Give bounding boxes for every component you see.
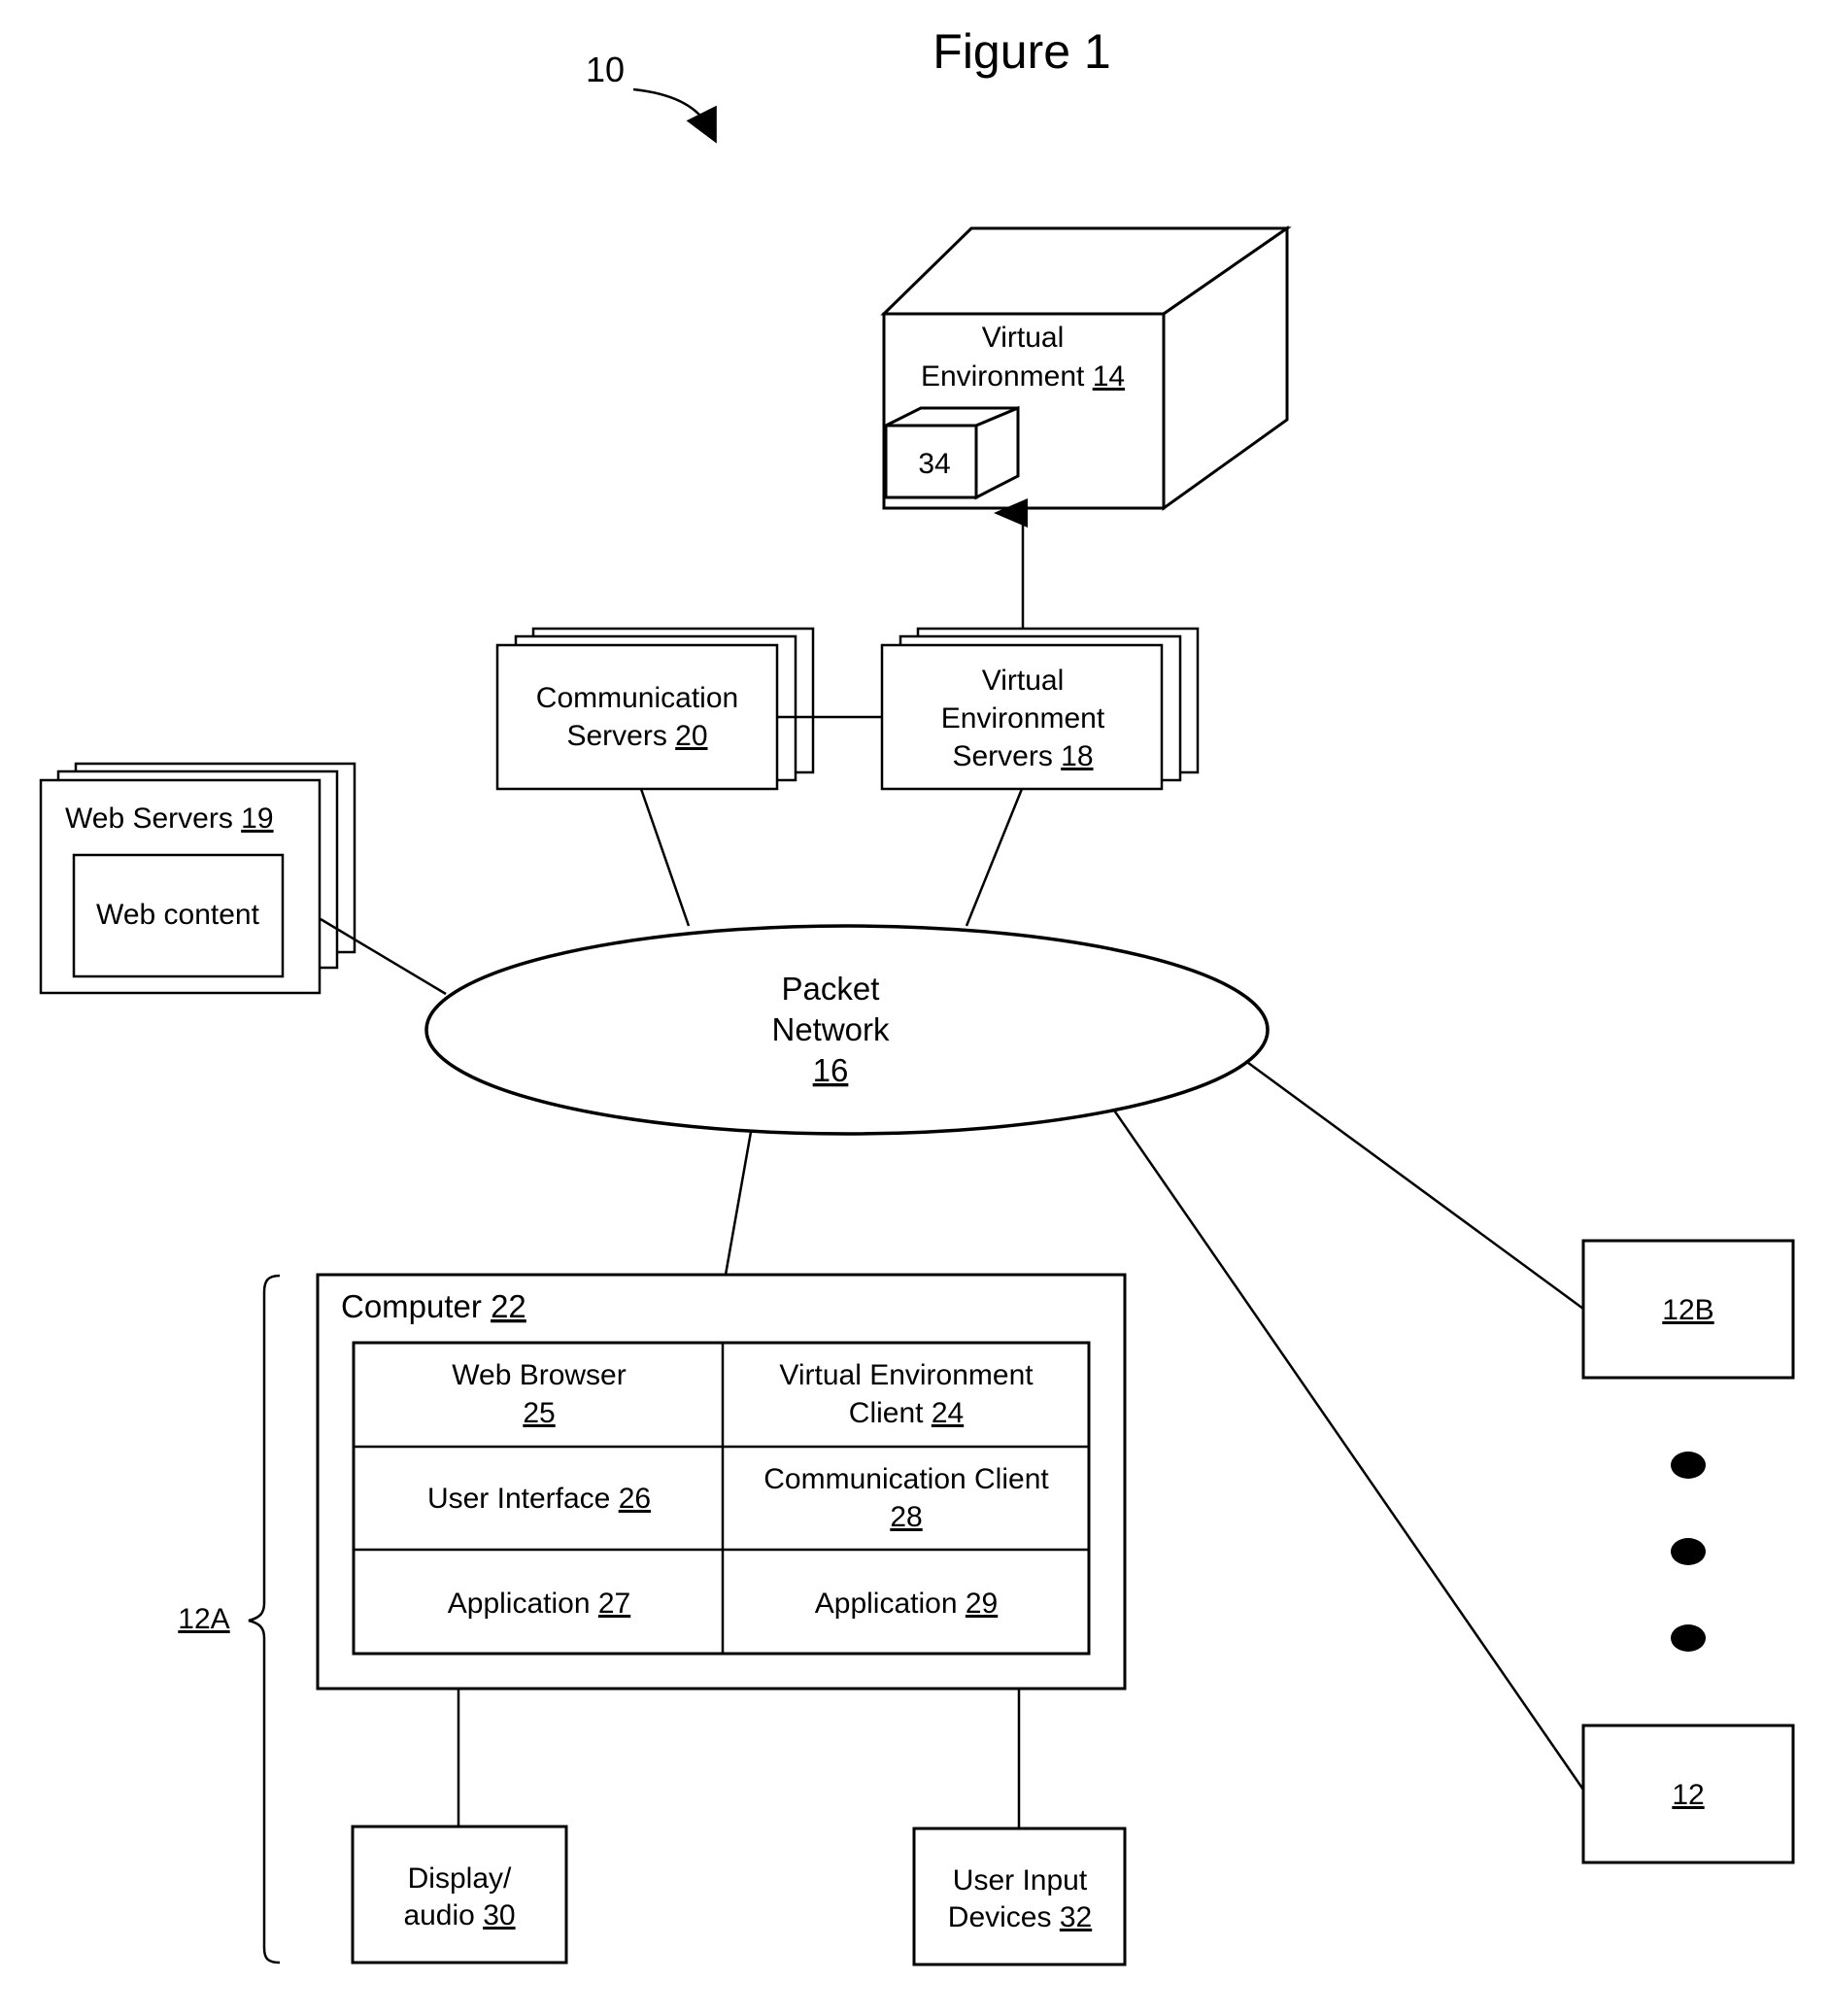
module-ref: 28	[890, 1501, 922, 1533]
svg-text:Application 27: Application 27	[448, 1588, 630, 1620]
svg-text:Client 24: Client 24	[849, 1397, 964, 1429]
object-34-label: 34	[918, 448, 950, 480]
packet-network-ref: 16	[813, 1052, 849, 1088]
comm-servers-line1: Communication	[536, 682, 738, 714]
web-servers-ref: 19	[241, 803, 273, 835]
client-12-network-link	[1108, 1104, 1585, 1791]
ve-ref: 14	[1093, 360, 1125, 393]
virtual-environment-cube: Virtual Environment 14 34	[880, 225, 1292, 511]
network-diagram: Figure 1 10 Virtual Environment 14 34 Co…	[39, 24, 1795, 1966]
svg-text:Communication Client: Communication Client	[763, 1463, 1049, 1495]
svg-text:Web Browser: Web Browser	[452, 1359, 627, 1391]
display-audio-ref: 30	[483, 1899, 515, 1931]
web-content-label: Web content	[96, 899, 260, 931]
svg-text:Devices 32: Devices 32	[948, 1901, 1092, 1933]
client-12b-box: 12B	[1581, 1239, 1795, 1380]
module-ref: 26	[619, 1483, 651, 1515]
comm-servers-ref: 20	[675, 720, 707, 752]
module-ref: 25	[523, 1397, 555, 1429]
display-audio-box: Display/ audio 30	[351, 1825, 568, 1965]
ve-servers: Virtual Environment Servers 18	[880, 627, 1200, 791]
client-12b-label: 12B	[1662, 1294, 1713, 1326]
module-user-interface: User Interface 26	[427, 1483, 651, 1515]
module-ref: 27	[598, 1588, 630, 1620]
computer-network-link	[724, 1131, 753, 1276]
packet-network: Packet Network 16	[424, 924, 1270, 1136]
web-servers-title: Web Servers 19	[65, 803, 274, 835]
packet-network-line2: Network	[771, 1011, 890, 1047]
communication-servers: Communication Servers 20	[495, 627, 815, 791]
web-servers: Web Servers 19 Web content	[39, 762, 356, 995]
ve-label-line2: Environment 14	[921, 360, 1125, 393]
ve-label-line1: Virtual	[982, 322, 1065, 354]
user-input-devices-box: User Input Devices 32	[912, 1827, 1127, 1966]
object-34-cube: 34	[884, 405, 1020, 500]
computer-ref: 22	[491, 1288, 526, 1324]
ve-servers-line3: Servers 18	[952, 740, 1093, 772]
ve-servers-line1: Virtual	[982, 665, 1065, 697]
computer-label: Computer 22	[341, 1288, 526, 1324]
client-12-box: 12	[1581, 1724, 1795, 1864]
user-input-ref: 32	[1060, 1901, 1092, 1933]
module-application-29: Application 29	[815, 1588, 998, 1620]
ellipsis-dot	[1671, 1624, 1706, 1652]
computer-box: Computer 22 Web Browser 25 Virtual Envir…	[316, 1273, 1127, 1691]
svg-text:Display/: Display/	[408, 1862, 512, 1895]
module-ref: 24	[932, 1397, 964, 1429]
svg-text:Virtual Environment: Virtual Environment	[779, 1359, 1034, 1391]
system-ref-label: 10	[586, 50, 625, 89]
client-12-label: 12	[1672, 1779, 1704, 1811]
ellipsis-dot	[1671, 1538, 1706, 1565]
ellipsis-dot	[1671, 1452, 1706, 1479]
web-servers-network-link	[320, 917, 447, 996]
ve-servers-line2: Environment	[941, 702, 1105, 735]
client-group-label: 12A	[178, 1603, 229, 1635]
figure-title: Figure 1	[932, 24, 1110, 79]
ve-servers-ref: 18	[1061, 740, 1093, 772]
svg-text:audio 30: audio 30	[403, 1899, 515, 1931]
ve-servers-network-link	[965, 788, 1024, 927]
packet-network-line1: Packet	[782, 971, 880, 1007]
client-12b-network-link	[1243, 1058, 1584, 1311]
module-ref: 29	[966, 1588, 998, 1620]
svg-text:Application 29: Application 29	[815, 1588, 998, 1620]
svg-text:User Interface 26: User Interface 26	[427, 1483, 651, 1515]
system-ref-arrow	[632, 87, 717, 144]
comm-servers-line2: Servers 20	[566, 720, 707, 752]
comm-servers-network-link	[639, 788, 691, 927]
module-application-27: Application 27	[448, 1588, 630, 1620]
svg-text:User Input: User Input	[953, 1864, 1088, 1896]
client-group-brace	[248, 1274, 281, 1965]
